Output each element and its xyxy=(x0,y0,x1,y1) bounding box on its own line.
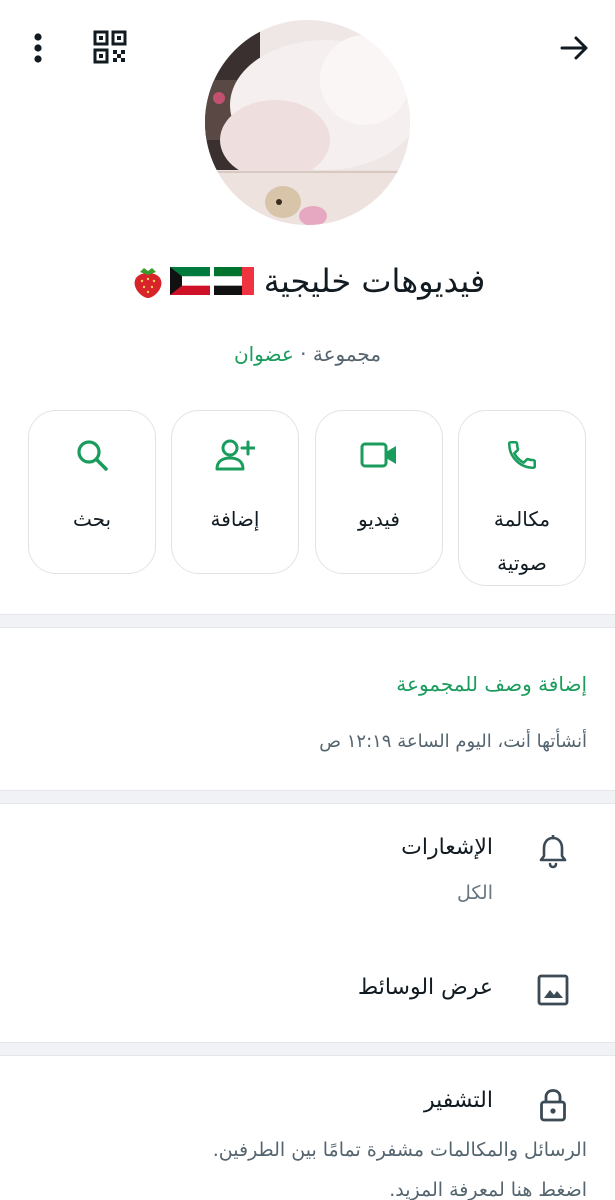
bell-icon-wrap xyxy=(536,835,570,869)
video-camera-icon xyxy=(360,442,396,468)
notifications-value: الكل xyxy=(457,882,493,904)
add-description-link[interactable]: إضافة وصف للمجموعة xyxy=(396,672,587,696)
group-title: فيديوهات خليجية xyxy=(263,262,486,300)
encryption-description: الرسائل والمكالمات مشفرة تمامًا بين الطر… xyxy=(212,1139,587,1161)
group-avatar[interactable] xyxy=(205,20,410,225)
image-icon-wrap xyxy=(536,973,570,1007)
group-subtitle: مجموعة · عضوان xyxy=(0,342,615,366)
action-row: مكالمة صوتية فيديو إضافة بحث xyxy=(28,410,588,588)
avatar-photo xyxy=(205,20,410,225)
created-info: أنشأتها أنت، اليوم الساعة ١٢:١٩ ص xyxy=(319,731,587,752)
voice-call-button[interactable]: مكالمة صوتية xyxy=(458,410,586,586)
group-title-emoji xyxy=(130,263,254,299)
kuwait-flag-icon xyxy=(169,267,210,295)
search-icon xyxy=(77,440,108,471)
lock-icon-wrap xyxy=(536,1088,570,1122)
qr-code-icon xyxy=(93,30,127,64)
qr-code-button[interactable] xyxy=(90,27,130,67)
video-call-button[interactable]: فيديو xyxy=(315,410,443,574)
arrow-forward-icon xyxy=(560,36,588,60)
group-name: فيديوهات خليجية xyxy=(0,262,615,300)
encryption-learn-more: اضغط هنا لمعرفة المزيد. xyxy=(389,1179,587,1200)
more-options-button[interactable] xyxy=(20,28,56,68)
video-call-label: فيديو xyxy=(358,507,400,531)
encryption-row[interactable]: التشفير الرسائل والمكالمات مشفرة تمامًا … xyxy=(0,1060,615,1200)
members-count-link[interactable]: عضوان xyxy=(234,342,294,366)
strawberry-icon xyxy=(134,268,162,298)
uae-flag-icon xyxy=(213,267,254,295)
search-button[interactable]: بحث xyxy=(28,410,156,574)
more-vert-icon xyxy=(34,33,42,63)
image-icon xyxy=(537,974,569,1006)
bell-icon xyxy=(539,835,567,869)
notifications-row[interactable]: الإشعارات الكل xyxy=(0,805,615,935)
group-type-label: مجموعة xyxy=(312,342,382,366)
separator: · xyxy=(300,342,307,366)
section-divider xyxy=(0,614,615,628)
back-button[interactable] xyxy=(555,28,595,68)
encryption-title: التشفير xyxy=(424,1088,493,1113)
add-member-label: إضافة xyxy=(210,507,260,531)
media-row[interactable]: عرض الوسائط xyxy=(0,950,615,1035)
media-title: عرض الوسائط xyxy=(357,975,493,1000)
add-member-button[interactable]: إضافة xyxy=(171,410,299,574)
voice-call-label: مكالمة صوتية xyxy=(493,507,551,575)
search-label: بحث xyxy=(72,507,112,531)
notifications-title: الإشعارات xyxy=(401,835,493,860)
section-divider xyxy=(0,790,615,804)
section-divider xyxy=(0,1042,615,1056)
add-person-icon xyxy=(215,439,255,471)
phone-icon xyxy=(507,440,537,470)
lock-icon xyxy=(540,1089,566,1122)
